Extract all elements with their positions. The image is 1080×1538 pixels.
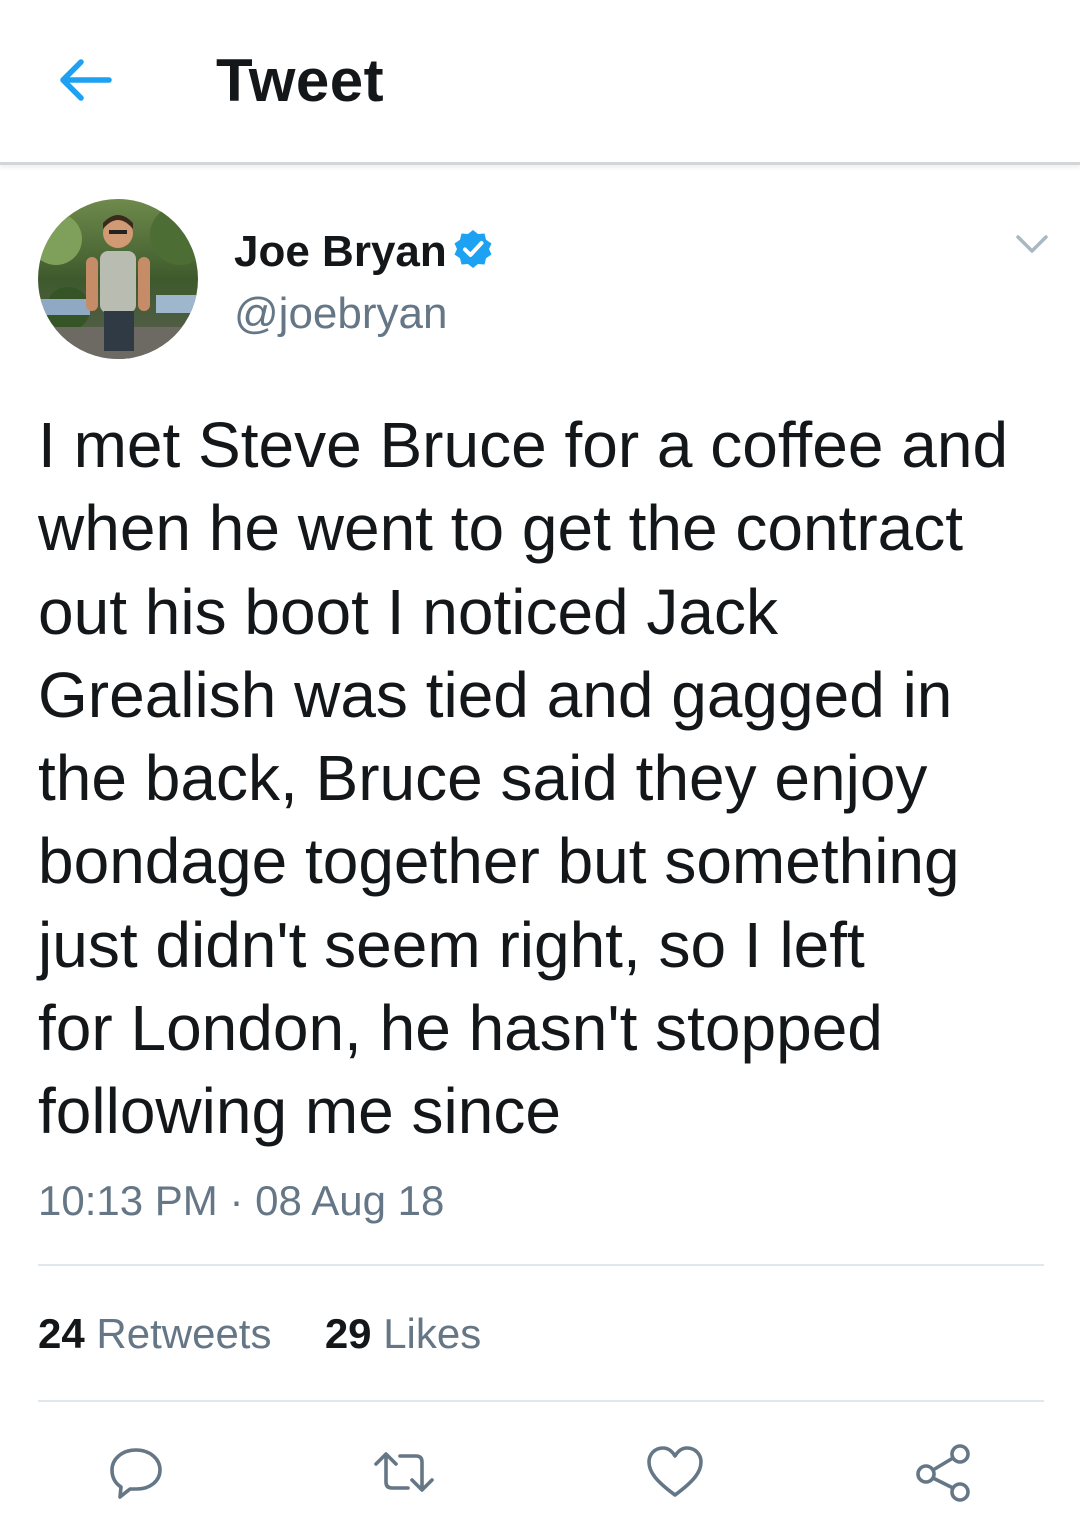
more-options-button[interactable]	[1008, 226, 1056, 262]
tweet-text-line: the back, Bruce said they enjoy	[38, 742, 928, 815]
likes-label: Likes	[383, 1310, 482, 1357]
tweet-text-line: I met Steve Bruce for a coffee and	[38, 409, 1009, 481]
app-bar: Tweet	[0, 0, 1080, 165]
like-icon	[647, 1446, 703, 1497]
tweet-time: 10:13 PM	[38, 1177, 218, 1224]
tweet-text-line: out his boot I noticed Jack	[38, 575, 778, 648]
avatar-photo	[38, 199, 198, 359]
likes-count: 29	[324, 1310, 372, 1357]
retweets-stat[interactable]: 24 Retweets	[38, 1310, 271, 1357]
tweet-text-line: following me since	[38, 1075, 561, 1148]
tweet-text-line: bondage together but something	[38, 825, 960, 898]
meta-separator: ·	[229, 1177, 244, 1224]
author-display-name[interactable]: Joe Bryan	[234, 226, 447, 278]
share-button[interactable]	[912, 1440, 976, 1504]
likes-stat[interactable]: 29 Likes	[325, 1310, 481, 1357]
retweet-icon	[374, 1452, 434, 1492]
page-title: Tweet	[216, 47, 385, 114]
divider	[38, 1264, 1044, 1266]
tweet-text-line: for London, he hasn't stopped	[38, 992, 883, 1065]
tweet-text-line: Grealish was tied and gagged in	[38, 658, 953, 731]
reply-icon	[110, 1448, 162, 1499]
back-button[interactable]	[52, 50, 118, 110]
author-handle[interactable]: @joebryan	[234, 288, 447, 340]
tweet-stats: 24 Retweets 29 Likes	[38, 1309, 481, 1359]
tweet-text-line: just didn't seem right, so I left	[38, 908, 865, 981]
tweet-text: I met Steve Bruce for a coffee and when …	[38, 404, 1048, 1154]
tweet-timestamp: 10:13 PM · 08 Aug 18	[38, 1176, 444, 1226]
like-button[interactable]	[643, 1440, 707, 1504]
avatar[interactable]	[38, 199, 198, 359]
chevron-down-icon	[1016, 235, 1048, 253]
arrow-left-icon	[60, 59, 112, 101]
verified-badge-icon	[454, 230, 492, 268]
retweets-count: 24	[38, 1310, 85, 1357]
reply-button[interactable]	[104, 1440, 168, 1504]
divider	[38, 1400, 1044, 1402]
tweet-text-line: when he went to get the contract	[38, 492, 964, 565]
retweets-label: Retweets	[96, 1310, 272, 1357]
tweet-date: 08 Aug 18	[255, 1177, 445, 1224]
share-icon	[916, 1444, 970, 1502]
retweet-button[interactable]	[372, 1440, 436, 1504]
